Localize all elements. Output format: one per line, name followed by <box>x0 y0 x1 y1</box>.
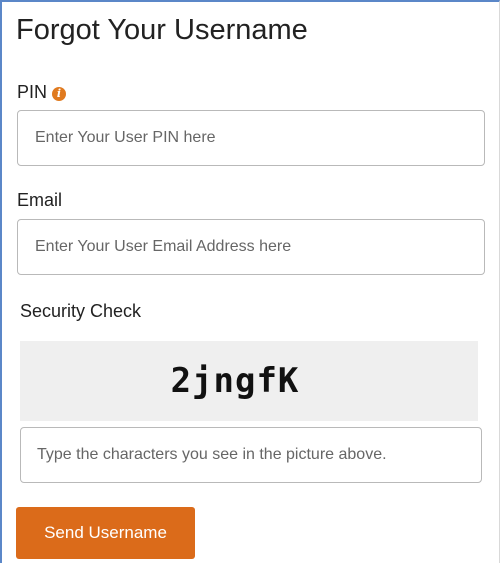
security-check-label: Security Check <box>20 301 142 321</box>
pin-label: PIN i <box>17 81 67 103</box>
forgot-username-panel: Forgot Your Username PIN i Email Security… <box>0 0 500 563</box>
captcha-image: 2jngfK <box>20 341 478 421</box>
send-username-button[interactable]: Send Username <box>16 507 195 559</box>
email-input[interactable] <box>17 219 485 275</box>
page-title: Forgot Your Username <box>16 14 308 46</box>
pin-label-text: PIN <box>17 82 48 102</box>
captcha-text: 2jngfK <box>170 361 300 401</box>
info-icon[interactable]: i <box>52 87 67 101</box>
email-label: Email <box>17 190 63 210</box>
pin-input[interactable] <box>17 110 485 166</box>
captcha-input[interactable] <box>20 427 482 483</box>
